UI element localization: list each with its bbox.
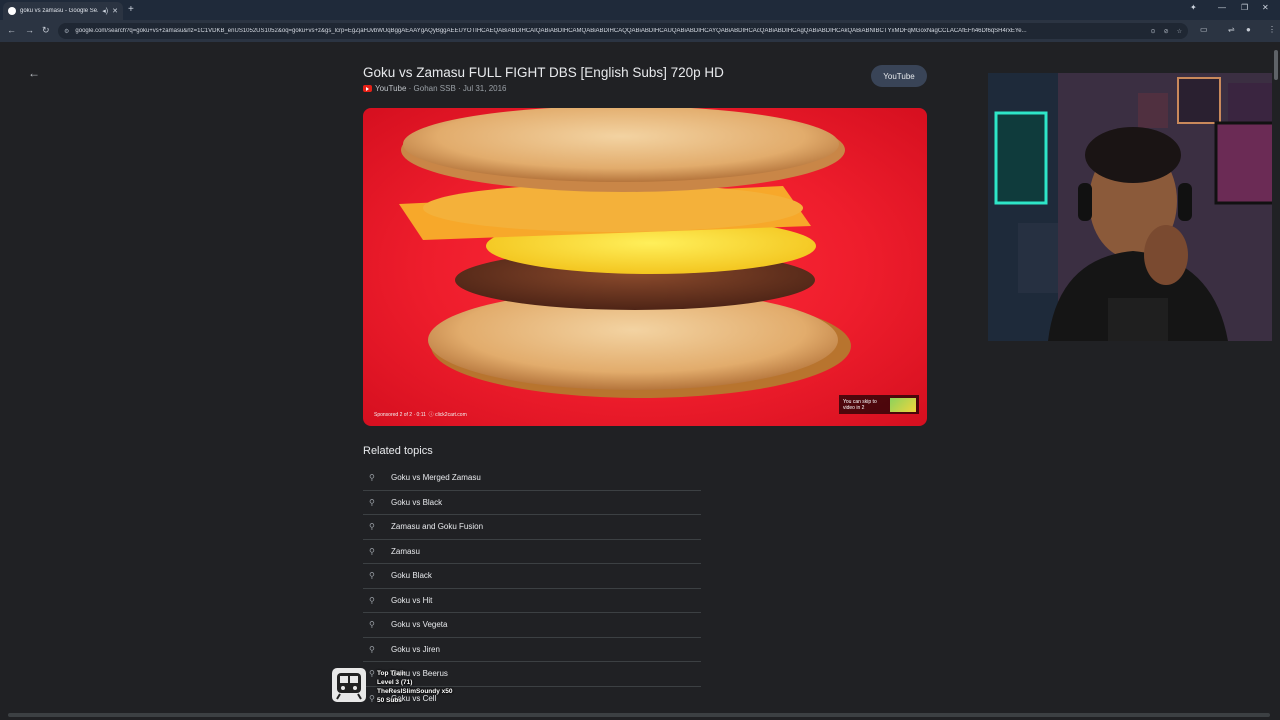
- tab-strip: goku vs zamasu - Google Se... ◂) ✕ + ✦ —…: [0, 0, 1280, 20]
- horizontal-scrollbar[interactable]: [0, 710, 1280, 720]
- search-icon: ⚲: [369, 473, 375, 483]
- related-topic-label: Goku vs Black: [391, 497, 443, 507]
- sponsored-text: Sponsored 2 of 2 · 0:11: [374, 412, 426, 418]
- alert-line2: Level 3 (71): [377, 679, 413, 686]
- related-topic-label: Zamasu: [391, 546, 420, 556]
- forward-nav-icon[interactable]: →: [25, 25, 34, 35]
- related-topic-item[interactable]: ⚲ Zamasu and Goku Fusion: [363, 515, 701, 540]
- search-icon: ⚲: [369, 620, 375, 630]
- skip-ad-box[interactable]: You can skip to video in 2: [839, 395, 919, 414]
- advertiser-link[interactable]: click2cart.com: [435, 412, 467, 418]
- google-favicon-icon: [8, 7, 16, 15]
- address-bar-row: ← → ↻ ⚙ google.com/search?q=goku+vs+zama…: [0, 20, 1280, 42]
- search-icon: ⚲: [369, 497, 375, 507]
- speaker-icon[interactable]: ◂): [102, 7, 108, 15]
- video-title[interactable]: Goku vs Zamasu FULL FIGHT DBS [English S…: [363, 65, 724, 80]
- vertical-scrollbar[interactable]: [1272, 44, 1280, 710]
- back-nav-icon[interactable]: ←: [7, 25, 16, 35]
- video-meta: YouTube · Gohan SSB · Jul 31, 2016: [363, 84, 507, 93]
- restore-icon[interactable]: ❐: [1241, 3, 1248, 12]
- ad-food-image: [399, 108, 851, 398]
- video-player[interactable]: Sponsored 2 of 2 · 0:11 ⓘ click2cart.com…: [363, 108, 927, 426]
- horizontal-scrollbar-thumb[interactable]: [8, 713, 1270, 717]
- reload-icon[interactable]: ↻: [42, 25, 50, 36]
- related-topic-label: Zamasu and Goku Fusion: [391, 522, 484, 532]
- webcam-image: [988, 73, 1280, 341]
- info-icon[interactable]: ⓘ: [429, 412, 434, 418]
- video-channel: Gohan SSB: [413, 84, 456, 93]
- meta-separator: ·: [455, 84, 463, 93]
- search-icon: ⚲: [369, 522, 375, 532]
- search-icon: ⚲: [369, 546, 375, 556]
- youtube-button[interactable]: YouTube: [871, 65, 927, 87]
- new-tab-button[interactable]: +: [128, 4, 134, 15]
- scrollbar-thumb[interactable]: [1274, 50, 1278, 80]
- address-bar[interactable]: ⚙ google.com/search?q=goku+vs+zamasu&rlz…: [58, 23, 1188, 39]
- video-source: YouTube: [375, 84, 407, 93]
- stream-alert-overlay: Top Train Level 3 (71) TheReslSlimSoundy…: [332, 666, 482, 706]
- skip-text-line2: video in 2: [843, 404, 865, 411]
- webcam-overlay: [988, 73, 1280, 341]
- extension-puzzle-icon[interactable]: ⇌: [1228, 25, 1235, 34]
- alert-line1: Top Train: [377, 670, 406, 677]
- youtube-logo-icon: [363, 85, 372, 92]
- profile-avatar-icon[interactable]: ●: [1246, 25, 1251, 34]
- extensions-icon[interactable]: ✦: [1190, 3, 1197, 12]
- tab-close-icon[interactable]: ✕: [112, 7, 118, 15]
- eye-off-icon[interactable]: ⊘: [1164, 28, 1169, 35]
- related-topic-item[interactable]: ⚲ Goku vs Black: [363, 491, 701, 515]
- alert-line4: 50 Subs: [377, 697, 402, 704]
- search-icon: ⚲: [369, 595, 375, 605]
- train-icon: [332, 668, 366, 702]
- tab-title: goku vs zamasu - Google Se...: [20, 8, 99, 14]
- related-topic-label: Goku vs Vegeta: [391, 620, 448, 630]
- minimize-icon[interactable]: —: [1218, 3, 1226, 12]
- location-icon[interactable]: ⊙: [1151, 28, 1156, 35]
- related-topic-item[interactable]: ⚲ Zamasu: [363, 540, 701, 564]
- sponsored-label: Sponsored 2 of 2 · 0:11 ⓘ click2cart.com: [374, 411, 467, 418]
- browser-tab[interactable]: goku vs zamasu - Google Se... ◂) ✕: [3, 2, 123, 20]
- close-window-icon[interactable]: ✕: [1262, 3, 1269, 12]
- related-topic-label: Goku vs Hit: [391, 595, 433, 605]
- meta-separator: ·: [406, 84, 414, 93]
- site-info-icon[interactable]: ⚙: [64, 28, 69, 35]
- bookmark-star-icon[interactable]: ☆: [1177, 28, 1182, 35]
- related-topics-heading: Related topics: [363, 445, 433, 457]
- related-topic-label: Goku vs Jiren: [391, 644, 440, 654]
- next-video-thumbnail: [890, 397, 916, 412]
- video-date: Jul 31, 2016: [462, 84, 507, 93]
- related-topic-item[interactable]: ⚲ Goku vs Vegeta: [363, 613, 701, 638]
- related-topic-label: Goku vs Merged Zamasu: [391, 473, 481, 483]
- cast-icon[interactable]: ▭: [1200, 25, 1208, 34]
- related-topic-label: Goku Black: [391, 571, 432, 581]
- related-topic-item[interactable]: ⚲ Goku vs Merged Zamasu: [363, 466, 701, 491]
- related-topic-item[interactable]: ⚲ Goku Black: [363, 564, 701, 589]
- menu-icon[interactable]: ⋮: [1268, 25, 1276, 34]
- related-topic-item[interactable]: ⚲ Goku vs Hit: [363, 589, 701, 613]
- skip-text-line1: You can skip to: [843, 398, 877, 405]
- back-arrow-icon[interactable]: ←: [28, 66, 40, 80]
- related-topic-item[interactable]: ⚲ Goku vs Jiren: [363, 638, 701, 662]
- search-icon: ⚲: [369, 644, 375, 654]
- url-text: google.com/search?q=goku+vs+zamasu&rlz=1…: [75, 28, 1027, 34]
- alert-text: Top Train Level 3 (71) TheReslSlimSoundy…: [377, 669, 453, 705]
- alert-line3: TheReslSlimSoundy x50: [377, 688, 453, 695]
- search-icon: ⚲: [369, 571, 375, 581]
